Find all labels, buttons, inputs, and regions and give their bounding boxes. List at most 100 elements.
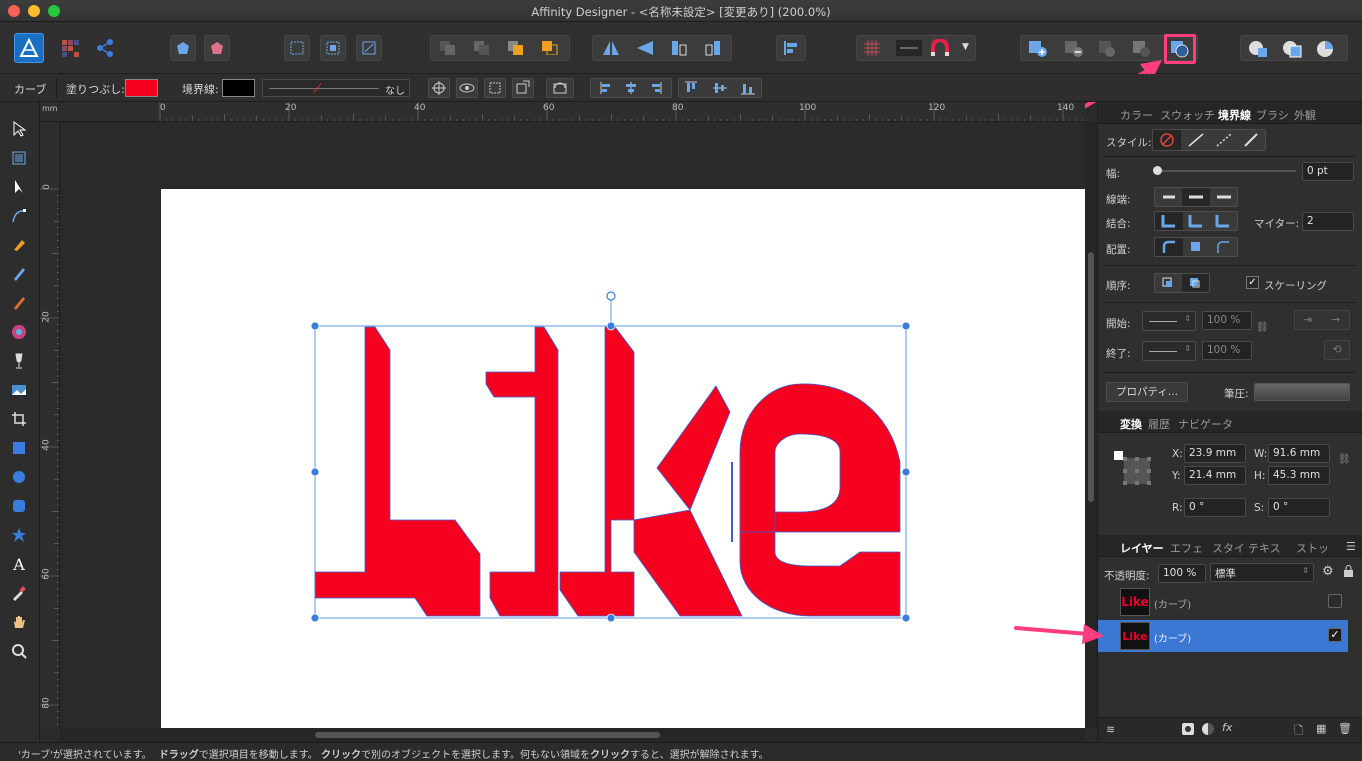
stroke-color-swatch[interactable] <box>222 79 255 97</box>
guides-icon[interactable] <box>896 40 922 56</box>
view-hand-tool-icon[interactable] <box>8 611 30 633</box>
add-pixel-layer-icon[interactable]: ▦ <box>1316 722 1326 735</box>
swap-arrowheads-icon[interactable]: ⟲ <box>1324 340 1350 360</box>
blend-mode-select[interactable]: 標準 ⇕ <box>1210 563 1314 582</box>
cap-icons[interactable] <box>1155 188 1237 206</box>
layer-row[interactable]: Like (カーブ) <box>1098 586 1348 618</box>
layers-stack-icon[interactable]: ≋ <box>1106 723 1115 736</box>
insert-behind-icon[interactable] <box>1248 40 1268 61</box>
x-field[interactable]: 23.9 mm <box>1184 444 1246 463</box>
tab-swatches[interactable]: スウォッチ <box>1160 107 1215 123</box>
snapping-style-button[interactable] <box>204 35 230 61</box>
canvas-area[interactable] <box>60 122 1085 728</box>
color-picker-tool-icon[interactable] <box>8 582 30 604</box>
layer-visibility-checkbox[interactable] <box>1328 594 1342 608</box>
stroke-style-icons[interactable] <box>1153 130 1265 150</box>
select-icon-button[interactable] <box>284 35 310 61</box>
link-icon[interactable]: ⛓ <box>1256 322 1269 333</box>
add-layer-icon[interactable]: 🗋 <box>1294 722 1303 741</box>
join-icons[interactable] <box>1155 212 1237 230</box>
tab-brushes[interactable]: ブラシ <box>1256 107 1289 123</box>
fill-color-swatch[interactable] <box>125 79 158 97</box>
tab-color[interactable]: カラー <box>1120 107 1153 123</box>
mask-icon[interactable] <box>1182 723 1194 735</box>
opacity-field[interactable]: 100 % <box>1158 564 1206 583</box>
tab-stroke[interactable]: 境界線 <box>1218 107 1251 123</box>
tab-layers[interactable]: レイヤー <box>1120 540 1164 556</box>
panel-menu-icon[interactable]: ☰ <box>1346 540 1356 553</box>
miter-field[interactable]: 2 <box>1302 212 1354 231</box>
layer-row-selected[interactable]: Like (カーブ) ✓ <box>1098 620 1348 652</box>
fx-icon[interactable]: fx <box>1222 721 1232 734</box>
pressure-graph[interactable] <box>1254 383 1350 401</box>
move-to-front-icon[interactable] <box>542 41 558 58</box>
add-geometry-icon[interactable] <box>1028 40 1048 61</box>
hide-selection-box-button[interactable] <box>484 78 506 98</box>
place-image-tool-icon[interactable] <box>8 379 30 401</box>
align-horizontal-icons[interactable] <box>591 79 671 97</box>
alignment-button[interactable] <box>776 35 806 61</box>
h-field[interactable]: 45.3 mm <box>1268 466 1330 485</box>
select-all-button[interactable] <box>320 35 346 61</box>
snapping-options-dropdown-icon[interactable]: ▼ <box>962 42 969 52</box>
arrowhead-position-group[interactable]: ⇥ → <box>1294 310 1350 330</box>
rotate-ccw-icon[interactable] <box>670 40 688 59</box>
lock-icon[interactable] <box>1344 565 1353 577</box>
properties-button[interactable]: プロパティ... <box>1106 382 1188 402</box>
grid-icon[interactable] <box>864 40 880 59</box>
flip-vertical-icon[interactable] <box>636 40 654 59</box>
shear-field[interactable]: 0 ° <box>1268 498 1330 517</box>
w-field[interactable]: 91.6 mm <box>1268 444 1330 463</box>
gear-icon[interactable]: ⚙ <box>1322 564 1334 579</box>
rotate-cw-icon[interactable] <box>704 40 722 59</box>
tab-history[interactable]: 履歴 <box>1148 416 1170 432</box>
export-persona-icon[interactable] <box>95 38 115 58</box>
cycle-selection-box-button[interactable] <box>546 78 574 98</box>
move-to-back-icon[interactable] <box>440 41 456 58</box>
tab-transform[interactable]: 変換 <box>1120 416 1142 432</box>
move-forward-one-icon[interactable] <box>508 41 524 58</box>
start-arrowhead-select[interactable]: ⇕ <box>1142 311 1196 331</box>
ellipse-tool-icon[interactable] <box>8 466 30 488</box>
pixel-persona-icon[interactable] <box>60 38 80 58</box>
stroke-order-icons[interactable] <box>1155 274 1209 292</box>
assets-button[interactable] <box>170 35 196 61</box>
adjustment-icon[interactable] <box>1202 723 1214 735</box>
tab-styles[interactable]: スタイ <box>1212 540 1245 556</box>
tab-navigator[interactable]: ナビゲータ <box>1178 416 1233 432</box>
insert-front-icon[interactable] <box>1316 40 1336 61</box>
stroke-width-slider[interactable]: なし <box>262 79 410 97</box>
like-artwork[interactable] <box>60 122 1085 728</box>
scaling-checkbox[interactable]: ✓ <box>1246 276 1259 289</box>
move-back-one-icon[interactable] <box>474 41 490 58</box>
tab-effects[interactable]: エフェ <box>1170 540 1203 556</box>
width-slider[interactable] <box>1156 170 1296 172</box>
vector-brush-tool-icon[interactable] <box>8 292 30 314</box>
point-transform-tool-icon[interactable] <box>8 205 30 227</box>
rounded-rectangle-tool-icon[interactable] <box>8 495 30 517</box>
rectangle-tool-icon[interactable] <box>8 437 30 459</box>
tab-appearance[interactable]: 外観 <box>1294 107 1316 123</box>
designer-persona-icon[interactable] <box>14 33 44 63</box>
horizontal-scrollbar[interactable] <box>60 728 1085 742</box>
align-vertical-icons[interactable] <box>679 79 761 97</box>
y-field[interactable]: 21.4 mm <box>1184 466 1246 485</box>
rotation-field[interactable]: 0 ° <box>1184 498 1246 517</box>
width-field[interactable]: 0 pt <box>1302 162 1354 181</box>
transform-origin-button[interactable] <box>428 78 450 98</box>
transform-select-button[interactable] <box>356 35 382 61</box>
show-selection-box-button[interactable] <box>456 78 478 98</box>
transparency-tool-icon[interactable] <box>8 350 30 372</box>
start-scale-field[interactable]: 100 % <box>1202 311 1252 330</box>
node-tool-icon[interactable] <box>8 176 30 198</box>
zoom-tool-icon[interactable] <box>8 640 30 662</box>
pen-tool-icon[interactable] <box>8 234 30 256</box>
stroke-align-icons[interactable] <box>1155 238 1237 256</box>
crop-tool-icon[interactable] <box>8 408 30 430</box>
snapping-magnet-icon[interactable] <box>930 38 950 60</box>
fill-tool-icon[interactable] <box>8 321 30 343</box>
layer-visibility-checkbox[interactable]: ✓ <box>1328 628 1342 642</box>
artboard-tool-icon[interactable] <box>8 147 30 169</box>
pencil-tool-icon[interactable] <box>8 263 30 285</box>
anchor-point-selector[interactable] <box>1114 450 1154 490</box>
